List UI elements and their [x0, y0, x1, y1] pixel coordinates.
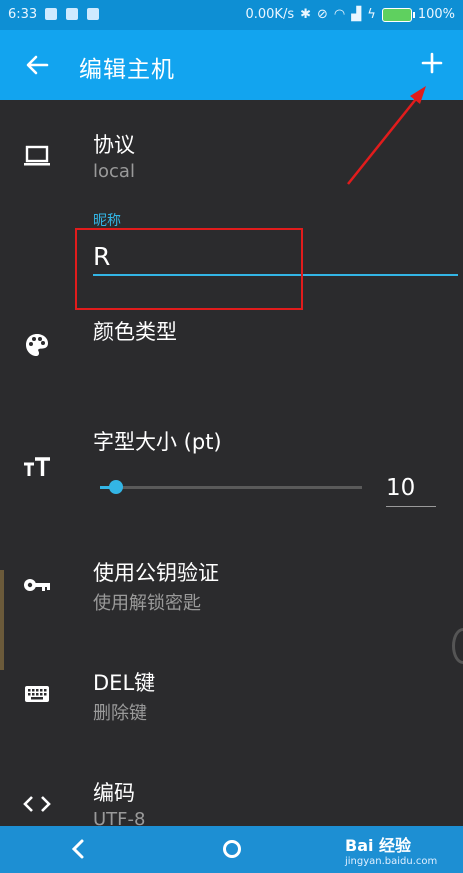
font-size-slider[interactable]	[100, 478, 362, 498]
font-size-input[interactable]	[386, 470, 436, 507]
network-speed: 0.00K/s	[245, 7, 295, 22]
charging-icon: ϟ	[367, 7, 376, 22]
mute-icon: ⊘	[317, 7, 328, 22]
app-bar: 编辑主机	[0, 30, 463, 100]
battery-icon	[381, 7, 415, 22]
nickname-input[interactable]	[93, 238, 458, 276]
battery-percent: 100%	[417, 7, 455, 22]
del-key-value: 删除键	[93, 703, 147, 724]
color-type-row[interactable]: 颜色类型	[0, 310, 463, 380]
nav-back-icon[interactable]	[67, 836, 91, 862]
wifi-icon: ◠	[333, 7, 346, 22]
notification-icon	[87, 8, 99, 20]
pubkey-auth-row[interactable]: 使用公钥验证 使用解锁密匙	[0, 553, 463, 623]
color-type-label: 颜色类型	[93, 320, 177, 344]
arrow-left-icon[interactable]	[22, 50, 52, 80]
palette-icon	[26, 334, 48, 356]
notification-icon	[66, 8, 78, 20]
font-size-label: 字型大小 (pt)	[93, 430, 222, 454]
status-time: 6:33	[8, 7, 38, 22]
laptop-icon	[24, 145, 50, 166]
watermark-line1: Bai 经验	[345, 836, 412, 855]
pubkey-value: 使用解锁密匙	[93, 593, 201, 614]
nav-home-icon[interactable]	[221, 838, 243, 860]
notification-icons	[45, 8, 99, 20]
encoding-label: 编码	[93, 781, 135, 805]
baidu-watermark: Bai 经验 jingyan.baidu.com	[345, 832, 437, 867]
slider-thumb[interactable]	[109, 480, 123, 494]
slider-track	[100, 486, 362, 489]
key-icon	[24, 579, 50, 591]
protocol-label: 协议	[93, 133, 135, 157]
del-key-row[interactable]: DEL键 删除键	[0, 663, 463, 733]
bluetooth-icon: ✱	[300, 7, 311, 22]
del-key-label: DEL键	[93, 671, 156, 695]
text-size-icon	[24, 457, 50, 476]
encoding-row[interactable]: 编码 UTF-8	[0, 773, 463, 826]
protocol-value: local	[93, 161, 135, 182]
watermark-line2: jingyan.baidu.com	[345, 856, 438, 867]
navigation-bar: Bai 经验 jingyan.baidu.com	[0, 826, 463, 873]
protocol-row[interactable]: 协议 local	[0, 125, 463, 195]
plus-icon[interactable]	[417, 48, 447, 78]
status-right: 0.00K/s ✱ ⊘ ◠ ▟ ϟ 100%	[245, 7, 455, 22]
signal-icon: ▟	[351, 7, 362, 22]
notification-icon	[45, 8, 57, 20]
code-icon	[23, 796, 51, 812]
pubkey-label: 使用公钥验证	[93, 561, 219, 585]
status-bar: 6:33 0.00K/s ✱ ⊘ ◠ ▟ ϟ 100%	[0, 0, 463, 30]
edge-handle[interactable]	[452, 628, 463, 664]
keyboard-icon	[25, 686, 49, 702]
page-title: 编辑主机	[79, 57, 175, 83]
encoding-value: UTF-8	[93, 809, 146, 826]
nickname-label: 昵称	[93, 213, 121, 229]
